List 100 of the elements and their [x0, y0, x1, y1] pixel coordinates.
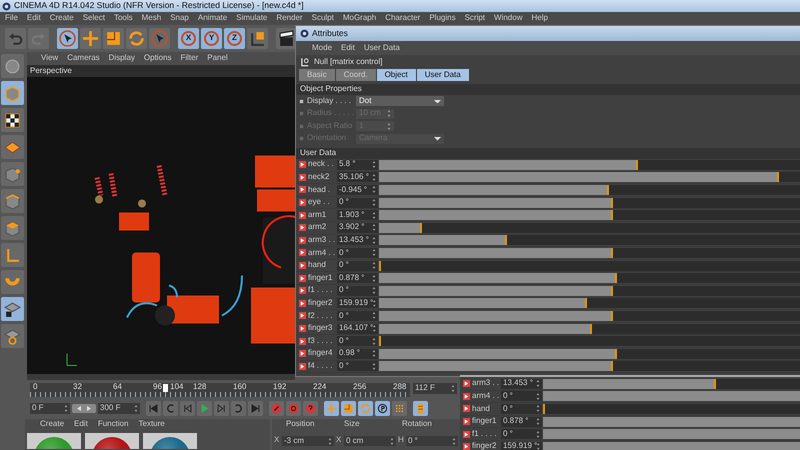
playhead[interactable] [163, 384, 168, 392]
edges-mode-button[interactable] [1, 189, 24, 213]
slider-fill[interactable] [543, 429, 800, 440]
frame-field[interactable]: 112 F [413, 383, 457, 394]
select-button[interactable] [149, 28, 170, 49]
previous-frame-button[interactable] [180, 401, 195, 416]
coordinate-system-button[interactable] [247, 28, 268, 49]
menu-item[interactable]: Help [531, 14, 548, 23]
number-field[interactable]: 0 ° [337, 310, 378, 321]
number-field[interactable]: 0 ° [337, 336, 378, 346]
number-field[interactable]: 0 ° [501, 391, 542, 402]
menu-item[interactable]: Plugins [429, 14, 456, 23]
number-field[interactable]: 0 ° [337, 248, 378, 258]
polygons-mode-button[interactable] [1, 216, 24, 240]
number-field[interactable]: 3.902 ° [337, 222, 378, 233]
render-button[interactable] [276, 28, 297, 49]
timeline-ruler[interactable] [30, 383, 410, 397]
number-field[interactable]: 159.919 ° [337, 298, 378, 308]
menu-item[interactable]: Snap [170, 14, 189, 23]
material-swatch[interactable] [85, 433, 139, 449]
planar-workplane-button[interactable] [1, 324, 24, 348]
rotate-button[interactable] [126, 28, 147, 49]
menu-item[interactable]: Script [464, 14, 486, 23]
tab[interactable]: Object [376, 69, 416, 81]
previous-key-button[interactable] [163, 401, 178, 416]
number-field[interactable]: 0.878 ° [337, 273, 378, 284]
undo-button[interactable] [5, 28, 26, 49]
menu-item[interactable]: Sculpt [312, 14, 334, 23]
number-field[interactable]: 35.106 ° [337, 172, 378, 182]
menu-item[interactable]: Edit [26, 14, 41, 23]
number-field[interactable]: 0 ° [337, 198, 378, 208]
menu-item[interactable]: Character [385, 14, 420, 23]
texture-mode-button[interactable] [1, 108, 24, 132]
menu-item[interactable]: Filter [180, 54, 198, 63]
points-mode-button[interactable] [1, 162, 24, 186]
menu-item[interactable]: Edit [341, 44, 355, 52]
autokey-button[interactable] [286, 401, 301, 416]
number-field[interactable]: 159.919 ° [501, 442, 542, 450]
material-swatch[interactable] [143, 433, 197, 449]
menu-item[interactable]: Window [494, 14, 522, 23]
axis-lock-button[interactable]: Z [224, 28, 245, 49]
axis-lock-button[interactable]: X [178, 28, 199, 49]
menu-item[interactable]: View [41, 54, 58, 63]
menu-item[interactable]: Simulate [236, 14, 268, 23]
scale-button[interactable] [103, 28, 124, 49]
frame-field[interactable]: 0 F [30, 403, 70, 414]
number-field[interactable]: 0 ° [501, 404, 542, 414]
menu-item[interactable]: User Data [364, 44, 400, 52]
number-field[interactable]: 164.107 ° [337, 324, 378, 334]
go-to-start-button[interactable] [146, 401, 161, 416]
next-frame-button[interactable] [214, 401, 229, 416]
number-field[interactable]: 0.98 ° [337, 348, 378, 359]
slider-fill[interactable] [543, 391, 800, 402]
keyframe-selection-button[interactable] [303, 401, 318, 416]
menu-item[interactable]: Options [144, 54, 172, 63]
menu-item[interactable]: Animate [198, 14, 228, 23]
number-field[interactable]: 0.878 ° [501, 416, 542, 427]
slider-fill[interactable] [543, 378, 716, 389]
dropdown[interactable]: Dot [356, 96, 444, 106]
number-field[interactable]: 13.453 ° [501, 378, 542, 389]
play-button[interactable] [197, 401, 212, 416]
menu-item[interactable]: Render [276, 14, 303, 23]
number-field[interactable]: 13.453 ° [337, 235, 378, 246]
slider-fill[interactable] [543, 442, 800, 450]
go-to-end-button[interactable] [248, 401, 263, 416]
menu-item[interactable]: Mode [312, 44, 332, 52]
number-field[interactable]: 0 ° [337, 260, 378, 271]
menu-item[interactable]: Function [98, 420, 128, 429]
number-field[interactable]: 5.8 ° [337, 160, 378, 170]
select-button[interactable] [57, 28, 78, 49]
tab[interactable]: User Data [416, 69, 469, 81]
menu-item[interactable]: Tools [114, 14, 133, 23]
menu-item[interactable]: Mesh [142, 14, 162, 23]
scale-button[interactable] [341, 401, 356, 416]
menu-item[interactable]: Edit [74, 420, 88, 429]
lock-workplane-button[interactable] [1, 297, 24, 321]
menu-item[interactable]: Display [108, 54, 135, 63]
menu-item[interactable]: Panel [207, 54, 228, 63]
number-field[interactable]: 0 ° [406, 436, 458, 446]
menu-item[interactable]: Create [40, 420, 64, 429]
axis-lock-button[interactable]: Y [201, 28, 222, 49]
menu-item[interactable]: Cameras [67, 54, 100, 63]
axis-mode-button[interactable] [1, 243, 24, 267]
number-field[interactable]: 0 cm [344, 436, 396, 446]
number-field[interactable]: 0 ° [501, 429, 542, 440]
frame-field[interactable]: 300 F [98, 403, 140, 414]
number-field[interactable]: -3 cm [282, 436, 334, 446]
number-field[interactable]: 1.903 ° [337, 210, 378, 220]
number-field[interactable]: 0 ° [337, 361, 378, 372]
slider-fill[interactable] [543, 416, 800, 427]
record-button[interactable] [269, 401, 284, 416]
number-field[interactable]: -0.945 ° [337, 184, 378, 195]
parameter-button[interactable] [375, 401, 390, 416]
menu-item[interactable]: Select [82, 14, 105, 23]
menu-item[interactable]: File [5, 14, 18, 23]
sculpt-button[interactable] [1, 54, 24, 78]
menu-item[interactable]: Create [50, 14, 74, 23]
timeline-button[interactable] [413, 401, 428, 416]
next-key-button[interactable] [231, 401, 246, 416]
menu-item[interactable]: MoGraph [342, 14, 376, 23]
